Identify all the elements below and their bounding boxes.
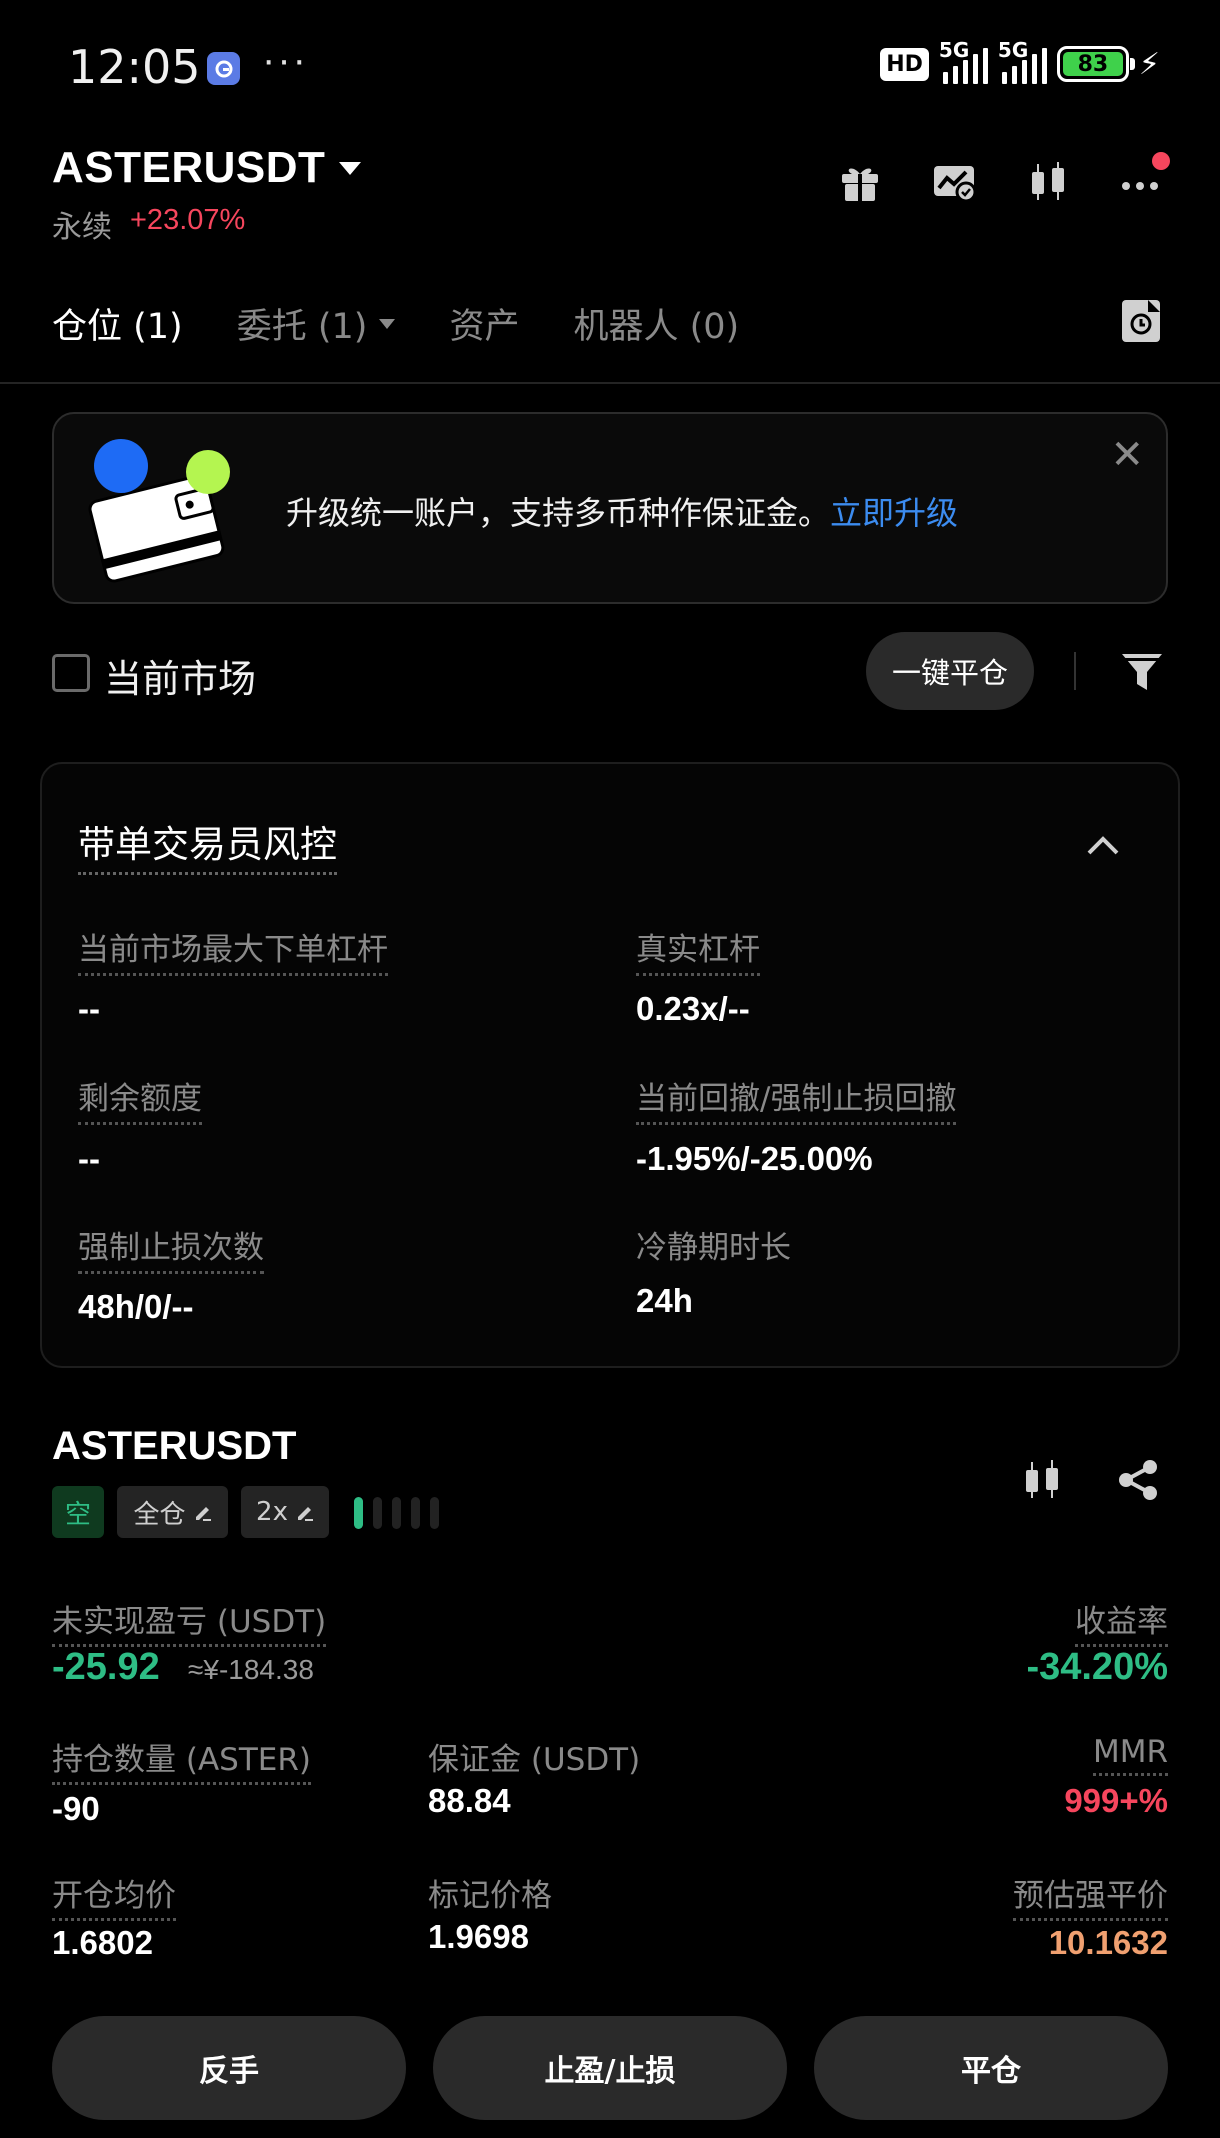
risk-label-max-leverage[interactable]: 当前市场最大下单杠杆 <box>78 924 388 976</box>
tab-positions[interactable]: 仓位 (1) <box>52 298 183 349</box>
reverse-button[interactable]: 反手 <box>52 2016 406 2120</box>
margin-value: 88.84 <box>428 1782 511 1819</box>
unrealized-pnl-cny: ≈¥-184.38 <box>188 1654 314 1685</box>
wallet-illustration-icon <box>86 436 238 586</box>
notification-dot <box>1152 152 1170 170</box>
divider <box>1074 652 1076 690</box>
gift-icon[interactable] <box>838 160 882 204</box>
mark-price-label: 标记价格 <box>428 1878 552 1914</box>
candlestick-icon[interactable] <box>1020 1458 1064 1507</box>
position-symbol[interactable]: ASTERUSDT <box>52 1424 296 1469</box>
size-label[interactable]: 持仓数量 (ASTER) <box>52 1734 311 1785</box>
candlestick-icon[interactable] <box>1026 160 1070 204</box>
risk-label-remaining-quota[interactable]: 剩余额度 <box>78 1073 202 1125</box>
mmr-value: 999+% <box>1064 1782 1168 1819</box>
more-icon[interactable] <box>1120 152 1170 204</box>
current-market-label[interactable]: 当前市场 <box>104 648 256 703</box>
caret-down-icon <box>379 318 396 329</box>
risk-value-max-leverage: -- <box>78 990 100 1027</box>
tpsl-button[interactable]: 止盈/止损 <box>433 2016 787 2120</box>
status-indicators: HD 5G 5G 83 ⚡ <box>880 38 1160 84</box>
leverage-button[interactable]: 2x <box>241 1486 329 1538</box>
risk-title[interactable]: 带单交易员风控 <box>78 814 337 875</box>
symbol-selector[interactable]: ASTERUSDT <box>52 143 362 193</box>
chart-settings-icon[interactable] <box>932 160 977 204</box>
tab-divider <box>0 382 1220 384</box>
size-value: -90 <box>52 1790 100 1827</box>
tab-orders[interactable]: 委托 (1) <box>237 298 396 349</box>
adl-bar <box>411 1497 420 1529</box>
caret-down-icon <box>339 161 362 175</box>
mark-price-value: 1.9698 <box>428 1918 529 1955</box>
status-time: 12:05 <box>68 40 201 94</box>
adl-bar <box>354 1497 363 1529</box>
symbol-name: ASTERUSDT <box>52 143 326 192</box>
side-badge: 空 <box>52 1486 104 1538</box>
app-notification-icon <box>207 52 240 85</box>
banner-message: 升级统一账户，支持多币种作保证金。立即升级 <box>286 494 959 532</box>
entry-price-value: 1.6802 <box>52 1924 153 1961</box>
charging-icon: ⚡ <box>1138 47 1160 81</box>
close-icon[interactable]: ✕ <box>1110 432 1144 478</box>
risk-label-cooldown: 冷静期时长 <box>636 1230 791 1266</box>
adl-bar <box>430 1497 439 1529</box>
margin-label: 保证金 (USDT) <box>428 1742 641 1778</box>
risk-value-drawdown: -1.95%/-25.00% <box>636 1140 873 1177</box>
close-all-button[interactable]: 一键平仓 <box>866 632 1034 710</box>
upgrade-link[interactable]: 立即升级 <box>830 494 958 532</box>
battery-icon: 83 <box>1056 46 1135 82</box>
unrealized-pnl-label[interactable]: 未实现盈亏 (USDT) <box>52 1596 327 1647</box>
risk-value-stop-count: 48h/0/-- <box>78 1288 194 1325</box>
roe-value: -34.20% <box>1026 1646 1168 1688</box>
share-icon[interactable] <box>1116 1458 1160 1507</box>
adl-indicator <box>354 1497 439 1529</box>
tab-assets[interactable]: 资产 <box>449 298 519 349</box>
edit-icon <box>195 1507 211 1521</box>
risk-label-stop-count[interactable]: 强制止损次数 <box>78 1222 264 1274</box>
entry-price-label[interactable]: 开仓均价 <box>52 1870 176 1921</box>
history-document-icon[interactable] <box>1122 300 1160 342</box>
filter-icon[interactable] <box>1120 650 1164 694</box>
margin-mode-button[interactable]: 全仓 <box>117 1486 228 1538</box>
status-more-icon: ··· <box>262 38 308 82</box>
liq-price-label[interactable]: 预估强平价 <box>1013 1870 1168 1921</box>
roe-label[interactable]: 收益率 <box>1075 1596 1168 1647</box>
position-toolbar <box>1020 1458 1160 1507</box>
current-market-checkbox[interactable] <box>52 654 90 692</box>
adl-bar <box>373 1497 382 1529</box>
contract-type: 永续 <box>52 210 112 245</box>
tab-bots[interactable]: 机器人 (0) <box>573 298 739 349</box>
header-toolbar <box>838 152 1170 204</box>
liq-price-value: 10.1632 <box>1048 1924 1168 1961</box>
risk-label-drawdown[interactable]: 当前回撤/强制止损回撤 <box>636 1073 957 1125</box>
signal-icon: 5G <box>939 38 988 84</box>
risk-label-real-leverage[interactable]: 真实杠杆 <box>636 924 760 976</box>
signal-icon: 5G <box>998 38 1047 84</box>
risk-value-cooldown: 24h <box>636 1282 693 1319</box>
mmr-label[interactable]: MMR <box>1092 1734 1168 1776</box>
chevron-up-icon[interactable] <box>1086 828 1120 862</box>
edit-icon <box>297 1507 313 1521</box>
price-change: +23.07% <box>130 204 246 236</box>
hd-icon: HD <box>880 47 929 81</box>
adl-bar <box>392 1497 401 1529</box>
unrealized-pnl-value: -25.92 <box>52 1646 160 1688</box>
risk-value-real-leverage: 0.23x/-- <box>636 990 750 1027</box>
close-position-button[interactable]: 平仓 <box>814 2016 1168 2120</box>
position-tabs: 仓位 (1) 委托 (1) 资产 机器人 (0) <box>52 298 739 349</box>
risk-value-remaining-quota: -- <box>78 1140 100 1177</box>
